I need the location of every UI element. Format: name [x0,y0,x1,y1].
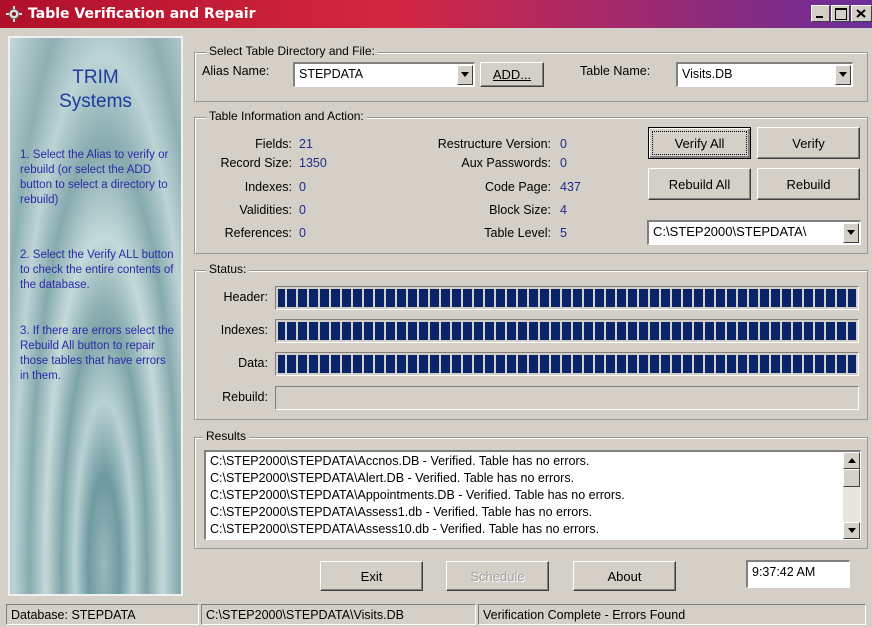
indexes-progress-label: Indexes: [220,323,268,337]
instruction-step-2: 2. Select the Verify ALL button to check… [20,249,174,291]
window-title: Table Verification and Repair [28,6,256,22]
minimize-button[interactable] [811,5,830,22]
status-legend: Status: [206,262,250,276]
close-icon [856,9,866,18]
instruction-step-1: 1. Select the Alias to verify or rebuild… [20,149,169,206]
chevron-down-icon[interactable] [835,65,851,85]
brand-line-2: Systems [59,91,132,112]
result-line: C:\STEP2000\STEPDATA\Appointments.DB - V… [210,488,625,502]
add-button[interactable]: ADD... [480,62,544,87]
table-name-select[interactable]: Visits.DB [676,62,853,87]
clock-display: 9:37:42 AM [746,560,850,588]
select-table-legend: Select Table Directory and File: [206,44,378,58]
data-progress-label: Data: [238,356,268,370]
table-name-label: Table Name: [580,64,651,78]
results-list[interactable]: C:\STEP2000\STEPDATA\Accnos.DB - Verifie… [204,450,861,540]
validities-value: 0 [299,203,306,217]
directory-path-select[interactable]: C:\STEP2000\STEPDATA\ [647,220,861,245]
about-button[interactable]: About [573,561,676,591]
alias-name-label: Alias Name: [202,64,270,78]
indexes-value: 0 [299,180,306,194]
code-page-label: Code Page: [484,180,551,194]
statusbar-database: Database: STEPDATA [6,604,199,625]
table-level-value: 5 [560,226,567,240]
indexes-progress-track [275,319,859,343]
scroll-down-button[interactable] [843,522,860,539]
fields-label: Fields: [255,137,292,151]
verify-all-button[interactable]: Verify All [648,127,751,159]
record-size-label: Record Size: [220,156,292,170]
instruction-step-3: 3. If there are errors select the Rebuil… [20,325,175,382]
table-name-value: Visits.DB [682,67,733,81]
result-line: C:\STEP2000\STEPDATA\Accnos.DB - Verifie… [210,454,590,468]
alias-name-value: STEPDATA [299,67,364,81]
block-size-value: 4 [560,203,567,217]
table-info-legend: Table Information and Action: [206,109,367,123]
record-size-value: 1350 [299,156,327,170]
data-progress-track [275,352,859,376]
validities-label: Validities: [239,203,292,217]
results-legend: Results [203,429,250,443]
instructions-panel: TRIM Systems 1. Select the Alias to veri… [8,36,183,596]
exit-button[interactable]: Exit [320,561,423,591]
indexes-progress-bar [276,320,858,342]
brand-title: TRIM Systems [10,66,181,114]
result-line: C:\STEP2000\STEPDATA\Assess1.db - Verifi… [210,505,593,519]
rebuild-all-button[interactable]: Rebuild All [648,168,751,200]
restructure-version-label: Restructure Version: [437,137,551,151]
results-scrollbar[interactable] [843,452,860,539]
scroll-thumb[interactable] [843,469,860,487]
statusbar-path: C:\STEP2000\STEPDATA\Visits.DB [201,604,476,625]
result-line: C:\STEP2000\STEPDATA\Alert.DB - Verified… [210,471,575,485]
statusbar-message: Verification Complete - Errors Found [478,604,866,625]
verify-button[interactable]: Verify [757,127,860,159]
brand-line-1: TRIM [72,67,119,88]
block-size-label: Block Size: [489,203,551,217]
rebuild-progress-label: Rebuild: [222,390,268,404]
chevron-down-icon[interactable] [457,65,473,85]
restructure-version-value: 0 [560,137,567,151]
directory-path-value: C:\STEP2000\STEPDATA\ [653,224,807,239]
chevron-up-icon [848,458,856,463]
rebuild-progress-track [275,386,859,410]
gear-icon [6,6,22,22]
header-progress-label: Header: [223,290,268,304]
chevron-down-icon [848,528,856,533]
header-progress-track [275,286,859,310]
close-button[interactable] [851,5,872,22]
references-value: 0 [299,226,306,240]
references-label: References: [224,226,292,240]
aux-passwords-label: Aux Passwords: [461,156,551,170]
indexes-label: Indexes: [244,180,292,194]
schedule-button[interactable]: Schedule [446,561,549,591]
fields-value: 21 [299,137,313,151]
maximize-icon [835,8,847,20]
data-progress-bar [276,353,858,375]
rebuild-button[interactable]: Rebuild [757,168,860,200]
aux-passwords-value: 0 [560,156,567,170]
scroll-up-button[interactable] [843,452,860,469]
result-line: C:\STEP2000\STEPDATA\Assess10.db - Verif… [210,522,600,536]
alias-name-select[interactable]: STEPDATA [293,62,475,87]
minimize-icon [816,16,823,18]
header-progress-bar [276,287,858,309]
maximize-button[interactable] [831,5,850,22]
code-page-value: 437 [560,180,581,194]
chevron-down-icon[interactable] [843,223,859,243]
table-level-label: Table Level: [484,226,551,240]
